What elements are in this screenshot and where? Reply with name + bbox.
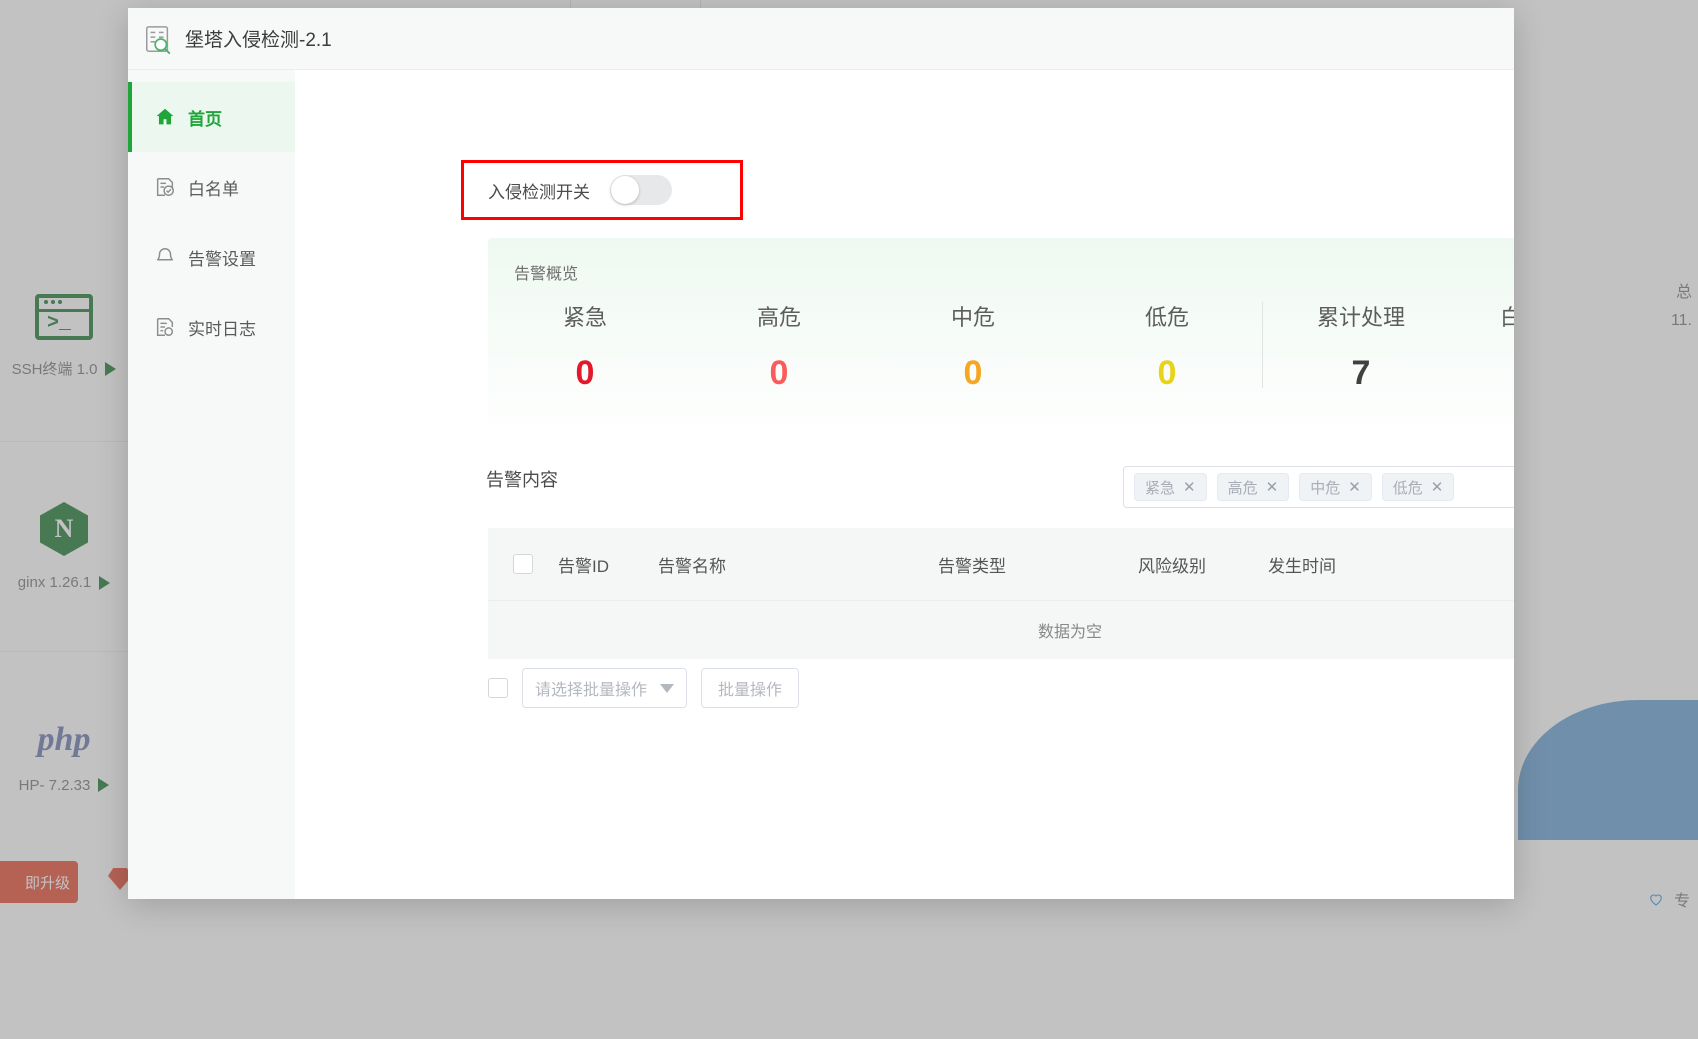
stat-label: 高危 — [756, 305, 801, 330]
alarm-section-header: 告警内容 紧急 ✕ 高危 ✕ 中危 ✕ 低危 ✕ — [295, 450, 1514, 510]
stat-label: 白名单规则 — [1499, 305, 1514, 330]
modal-title: 堡塔入侵检测-2.1 — [185, 30, 332, 51]
stat-value: 0 — [1157, 354, 1177, 392]
batch-action-select[interactable]: 请选择批量操作 — [522, 668, 687, 708]
alarm-overview-title: 告警概览 — [514, 266, 579, 283]
bell-icon — [156, 248, 174, 261]
filter-tag-label: 紧急 — [1145, 479, 1176, 497]
close-icon[interactable]: ✕ — [1431, 480, 1444, 495]
stat-value: 0 — [963, 354, 983, 392]
sidebar-item-label: 告警设置 — [188, 249, 256, 269]
app-logo-icon — [146, 25, 171, 54]
log-icon — [156, 318, 174, 336]
sidebar-item-home[interactable]: 首页 — [128, 82, 295, 152]
sidebar: 首页 白名单 告警设置 实时日志 — [128, 70, 295, 899]
table-header-row: 告警ID 告警名称 告警类型 风险级别 发生时间 操作 — [488, 528, 1514, 600]
stat-value: 0 — [769, 354, 789, 392]
main-content: 入侵检测开关 告警概览 紧急 0 高危 0 中危 0 低危 0 累计处理 7 白… — [295, 70, 1514, 899]
sidebar-item-label: 白名单 — [188, 179, 239, 199]
filter-tag-high[interactable]: 高危 ✕ — [1216, 473, 1290, 501]
sidebar-item-label: 首页 — [188, 109, 222, 129]
close-icon[interactable]: ✕ — [1266, 480, 1279, 495]
chevron-down-icon — [660, 683, 674, 693]
sidebar-item-whitelist[interactable]: 白名单 — [128, 152, 295, 222]
modal-header: 堡塔入侵检测-2.1 ✕ — [128, 8, 1514, 70]
filter-tag-label: 低危 — [1392, 479, 1423, 497]
stat-medium: 中危 0 — [876, 300, 1070, 393]
column-header-alarm-name: 告警名称 — [658, 556, 726, 576]
filter-tag-label: 中危 — [1310, 479, 1341, 497]
select-all-checkbox[interactable] — [513, 554, 533, 574]
stat-low: 低危 0 — [1070, 300, 1264, 393]
filter-tag-urgent[interactable]: 紧急 ✕ — [1134, 473, 1207, 501]
filter-tag-low[interactable]: 低危 ✕ — [1381, 473, 1455, 501]
batch-action-placeholder: 请选择批量操作 — [535, 682, 648, 699]
column-header-occur-time: 发生时间 — [1268, 556, 1336, 576]
close-icon[interactable]: ✕ — [1183, 480, 1196, 495]
stat-label: 中危 — [950, 305, 995, 330]
stat-urgent: 紧急 0 — [488, 300, 682, 393]
table-footer-toolbar: 请选择批量操作 批量操作 1 共0条 — [488, 658, 1514, 718]
intrusion-toggle-highlight: 入侵检测开关 — [461, 160, 743, 220]
toggle-knob — [611, 176, 639, 204]
sidebar-item-alarm-settings[interactable]: 告警设置 — [128, 222, 295, 292]
stat-label: 低危 — [1144, 305, 1189, 330]
stat-value: 0 — [1458, 354, 1514, 393]
column-header-alarm-id: 告警ID — [558, 556, 609, 576]
stat-label: 紧急 — [562, 305, 607, 330]
modal-body: 首页 白名单 告警设置 实时日志 入侵检测开关 告警概览 紧急 0 高危 0 中… — [128, 70, 1514, 899]
intrusion-detection-modal: 堡塔入侵检测-2.1 ✕ 首页 白名单 — [128, 8, 1514, 899]
filter-tag-label: 高危 — [1227, 479, 1258, 497]
stat-label: 累计处理 — [1316, 305, 1405, 330]
footer-select-all-checkbox[interactable] — [488, 678, 508, 698]
risk-level-filter-select[interactable]: 紧急 ✕ 高危 ✕ 中危 ✕ 低危 ✕ ⌄ — [1123, 466, 1514, 508]
stat-value: 7 — [1351, 354, 1371, 392]
alarm-table: 告警ID 告警名称 告警类型 风险级别 发生时间 操作 数据为空 — [488, 528, 1514, 659]
select-all-cell — [488, 554, 558, 574]
stat-high: 高危 0 — [682, 300, 876, 393]
alarm-overview-stats: 紧急 0 高危 0 中危 0 低危 0 累计处理 7 白 — [488, 300, 1514, 393]
sidebar-item-realtime-log[interactable]: 实时日志 — [128, 292, 295, 362]
batch-action-button[interactable]: 批量操作 — [701, 668, 800, 708]
whitelist-icon — [156, 178, 174, 196]
column-header-risk-level: 风险级别 — [1138, 556, 1206, 576]
stat-handled-total: 累计处理 7 — [1262, 300, 1458, 393]
alarm-overview-card: 告警概览 紧急 0 高危 0 中危 0 低危 0 累计处理 7 白 — [488, 238, 1514, 424]
table-empty-state: 数据为空 — [488, 600, 1514, 659]
home-icon — [156, 108, 174, 125]
alarm-section-title: 告警内容 — [486, 470, 558, 490]
column-header-alarm-type: 告警类型 — [938, 556, 1006, 576]
stat-whitelist-rules: 白名单规则 0 — [1458, 300, 1514, 393]
intrusion-toggle-label: 入侵检测开关 — [488, 182, 590, 202]
close-icon[interactable]: ✕ — [1348, 480, 1361, 495]
sidebar-item-label: 实时日志 — [188, 319, 256, 339]
intrusion-toggle-switch[interactable] — [610, 175, 672, 205]
stat-value: 0 — [575, 354, 595, 392]
filter-tag-medium[interactable]: 中危 ✕ — [1299, 473, 1372, 501]
